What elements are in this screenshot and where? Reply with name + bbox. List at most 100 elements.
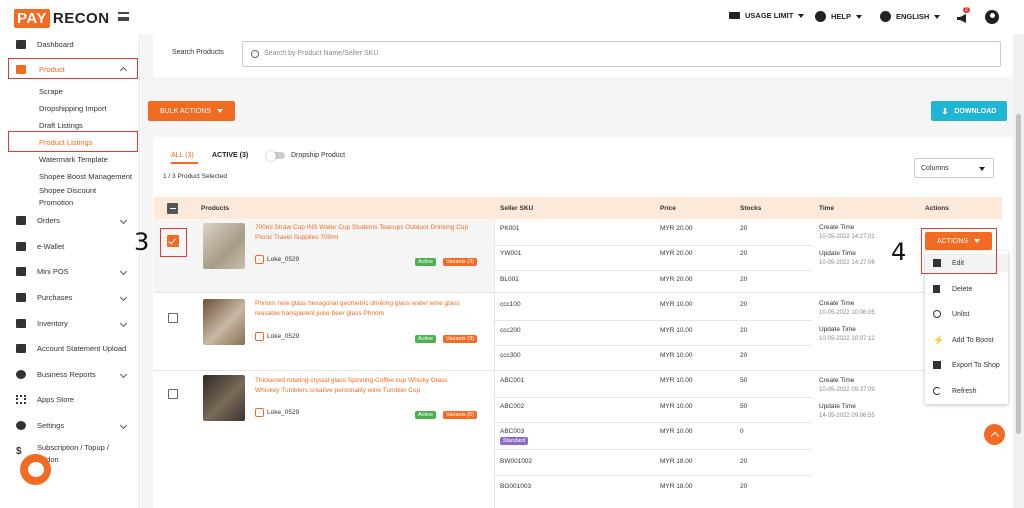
- price-cell: MYR 10.00: [660, 428, 693, 435]
- caret-down-icon: [216, 109, 223, 113]
- sidebar-item-orders[interactable]: Orders: [0, 211, 140, 229]
- user-avatar-icon[interactable]: [985, 10, 999, 24]
- sidebar-item-apps-store[interactable]: Apps Store: [0, 390, 140, 408]
- column-divider: [494, 219, 495, 508]
- messenger-button[interactable]: [20, 454, 51, 485]
- price-cell: MYR 20.00: [660, 225, 693, 232]
- row-checkbox[interactable]: [168, 313, 178, 323]
- help-menu[interactable]: HELP: [815, 11, 863, 22]
- highlight-product: [8, 58, 138, 79]
- stock-cell: 20: [740, 301, 748, 308]
- sidebar-item-mini-pos[interactable]: Mini POS: [0, 262, 140, 280]
- inventory-icon: [16, 318, 26, 328]
- menu-item-add-to-boost[interactable]: ⚡ Add To Boost: [925, 331, 1008, 349]
- shop-icon: [255, 255, 264, 264]
- product-name[interactable]: Thickened rotating crystal glass Spinnin…: [255, 376, 447, 386]
- product-name[interactable]: Phnom new glass hexagonal geometric drin…: [255, 299, 460, 309]
- sidebar-sub-watermark-template[interactable]: Watermark Template: [39, 155, 108, 164]
- dropship-label: Dropship Product: [291, 152, 346, 159]
- select-all-checkbox[interactable]: [167, 203, 178, 214]
- sidebar-sub-dropshipping-import[interactable]: Dropshipping Import: [39, 104, 107, 113]
- caret-down-icon: [798, 13, 805, 18]
- shop-icon: [255, 332, 264, 341]
- menu-item-unlist[interactable]: Unlist: [925, 305, 1008, 323]
- product-name-line2[interactable]: reusable transparent juice beer glass Ph…: [255, 309, 384, 319]
- columns-select[interactable]: Columns: [914, 158, 994, 178]
- sidebar-item-label: Business Reports: [37, 369, 96, 379]
- chevron-down-icon: [119, 370, 128, 378]
- shop-label: Loke_0529: [267, 256, 300, 263]
- wallet-icon: [16, 241, 26, 251]
- sidebar-item-inventory[interactable]: Inventory: [0, 314, 140, 332]
- sidebar-sub-shopee-discount[interactable]: Shopee Discount: [39, 186, 96, 195]
- download-label: DOWNLOAD: [954, 107, 997, 115]
- brand-logo[interactable]: PAY RECON: [14, 9, 110, 28]
- sidebar-item-settings[interactable]: Settings: [0, 416, 140, 434]
- shop-label: Loke_0529: [267, 409, 300, 416]
- menu-item-export-to-shop[interactable]: Export To Shop: [925, 356, 1008, 374]
- sidebar-sub-scrape[interactable]: Scrape: [39, 87, 63, 96]
- product-name-line2[interactable]: Whiskey Tumblers creative personality wi…: [255, 386, 420, 396]
- variants-badge[interactable]: Variants (3): [443, 258, 478, 266]
- sidebar-sub-promotion[interactable]: Promotion: [39, 198, 73, 207]
- shop-name: Loke_0529: [255, 332, 299, 341]
- menu-item-label: Export To Shop: [952, 361, 1000, 369]
- menu-item-delete[interactable]: Delete: [925, 280, 1008, 298]
- tab-active[interactable]: ACTIVE (3): [212, 152, 248, 159]
- sidebar-item-label: Purchases: [37, 292, 73, 302]
- search-input[interactable]: Search by Product Name/Seller SKU: [242, 41, 1001, 67]
- sidebar-item-label: Dashboard: [37, 39, 74, 49]
- sku-cell: YW001: [500, 250, 522, 257]
- scroll-to-top-button[interactable]: [984, 424, 1005, 445]
- update-time-value: 10-05-2022 14:27:06: [819, 260, 875, 266]
- dropship-toggle[interactable]: [266, 150, 285, 161]
- caret-down-icon: [979, 167, 985, 171]
- hamburger-menu-icon[interactable]: [118, 12, 129, 21]
- notification-button[interactable]: 2: [956, 7, 970, 23]
- product-name[interactable]: 700ml Straw Cup INS Water Cup Students T…: [255, 223, 468, 233]
- grid-icon: [16, 394, 26, 404]
- header-time: Time: [819, 205, 835, 212]
- sidebar-item-account-statement[interactable]: Account Statement Upload: [0, 339, 140, 357]
- stock-cell: 20: [740, 250, 748, 257]
- sidebar-sub-shopee-boost[interactable]: Shopee Boost Management: [39, 172, 132, 181]
- download-button[interactable]: ⬇ DOWNLOAD: [931, 101, 1007, 121]
- sku-cell: BG001003: [500, 483, 532, 490]
- shop-name: Loke_0529: [255, 255, 299, 264]
- price-cell: MYR 10.00: [660, 352, 693, 359]
- help-icon: [815, 11, 826, 22]
- chart-icon: [16, 39, 26, 49]
- sku-cell: BW001002: [500, 458, 533, 465]
- bulk-actions-button[interactable]: BULK ACTIONS: [148, 101, 235, 121]
- sidebar-item-ewallet[interactable]: e-Wallet: [0, 237, 140, 255]
- pos-icon: [16, 266, 26, 276]
- sidebar-item-subscription[interactable]: Subscription / Topup /: [37, 443, 109, 452]
- scrollbar-track[interactable]: [1013, 34, 1024, 508]
- variants-badge[interactable]: Variants (3): [443, 335, 478, 343]
- sidebar-item-purchases[interactable]: Purchases: [0, 288, 140, 306]
- sidebar-sub-draft-listings[interactable]: Draft Listings: [39, 121, 83, 130]
- row-checkbox[interactable]: [168, 389, 178, 399]
- sidebar-item-business-reports[interactable]: Business Reports: [0, 365, 140, 383]
- create-time-label: Create Time: [819, 377, 855, 384]
- search-panel: Search Products Search by Product Name/S…: [153, 34, 1013, 77]
- notification-count: 2: [963, 7, 970, 13]
- update-time-label: Update Time: [819, 403, 856, 410]
- language-menu[interactable]: ENGLISH: [880, 11, 941, 22]
- create-time-label: Create Time: [819, 224, 855, 231]
- scrollbar-thumb[interactable]: [1016, 114, 1021, 434]
- variant-divider: [494, 270, 812, 271]
- search-placeholder: Search by Product Name/Seller SKU: [264, 50, 379, 57]
- usage-limit-menu[interactable]: USAGE LIMIT: [729, 11, 805, 20]
- unlist-icon: [933, 310, 941, 318]
- menu-item-refresh[interactable]: Refresh: [925, 382, 1008, 400]
- header-actions: Actions: [925, 205, 949, 212]
- sidebar-item-label: Settings: [37, 420, 65, 430]
- variants-badge[interactable]: Variants (5): [443, 411, 478, 419]
- stock-cell: 20: [740, 352, 748, 359]
- tab-all[interactable]: ALL (3): [171, 152, 194, 159]
- sku-cell: ccc100: [500, 301, 521, 308]
- product-name-line2[interactable]: Picnic Travel Supplies 700ml: [255, 233, 338, 243]
- sidebar-item-dashboard[interactable]: Dashboard: [0, 35, 140, 53]
- clipboard-icon: [16, 215, 26, 225]
